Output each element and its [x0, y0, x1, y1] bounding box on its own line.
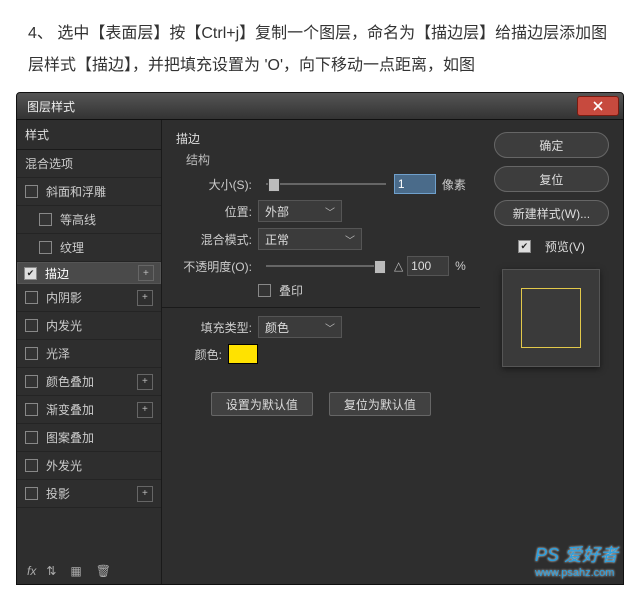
size-input[interactable]	[394, 174, 436, 194]
titlebar[interactable]: 图层样式	[17, 93, 623, 120]
style-checkbox[interactable]	[39, 213, 52, 226]
opacity-slider[interactable]	[266, 259, 386, 273]
style-row[interactable]: 等高线	[17, 206, 161, 234]
style-checkbox[interactable]	[25, 185, 38, 198]
delete-style-icon[interactable]: 🗑	[96, 564, 111, 578]
chevron-down-icon: ﹀	[325, 204, 335, 219]
structure-label: 结构	[186, 151, 466, 168]
style-row[interactable]: ✔ 描边+	[17, 262, 161, 284]
size-unit: 像素	[442, 176, 466, 193]
cancel-button[interactable]: 复位	[494, 166, 609, 192]
size-label: 大小(S):	[176, 176, 252, 193]
style-row[interactable]: 图案叠加	[17, 424, 161, 452]
style-label: 内阴影	[46, 289, 137, 306]
style-checkbox[interactable]	[25, 487, 38, 500]
style-label: 外发光	[46, 457, 153, 474]
overprint-checkbox[interactable]	[258, 284, 271, 297]
filltype-label: 填充类型:	[176, 319, 252, 336]
reset-default-button[interactable]: 复位为默认值	[329, 392, 431, 416]
preview-swatch	[521, 288, 581, 348]
style-checkbox[interactable]	[25, 459, 38, 472]
position-select[interactable]: 外部﹀	[258, 200, 342, 222]
preview-box	[502, 269, 600, 367]
color-swatch[interactable]	[228, 344, 258, 364]
opacity-label: 不透明度(O):	[176, 258, 252, 275]
add-instance-icon[interactable]: +	[137, 290, 153, 306]
fx-up-down-icon[interactable]: ⇅	[46, 564, 56, 578]
style-row[interactable]: 光泽	[17, 340, 161, 368]
add-instance-icon[interactable]: +	[137, 374, 153, 390]
style-row[interactable]: 外发光	[17, 452, 161, 480]
overprint-label: 叠印	[279, 282, 303, 299]
style-label: 描边	[45, 265, 138, 282]
style-row[interactable]: 投影+	[17, 480, 161, 508]
style-label: 内发光	[46, 317, 153, 334]
style-label: 纹理	[60, 239, 153, 256]
style-checkbox[interactable]	[25, 347, 38, 360]
style-row[interactable]: 内阴影+	[17, 284, 161, 312]
add-style-icon[interactable]: ▦	[70, 564, 81, 578]
style-checkbox[interactable]	[25, 291, 38, 304]
opacity-unit: %	[455, 259, 466, 273]
style-checkbox[interactable]	[39, 241, 52, 254]
filltype-select[interactable]: 颜色﹀	[258, 316, 342, 338]
set-default-button[interactable]: 设置为默认值	[211, 392, 313, 416]
chevron-down-icon: ﹀	[325, 320, 335, 335]
preview-label: 预览(V)	[545, 238, 585, 255]
style-label: 图案叠加	[46, 429, 153, 446]
opacity-input[interactable]	[407, 256, 449, 276]
style-checkbox[interactable]	[25, 403, 38, 416]
blending-options-row[interactable]: 混合选项	[17, 150, 161, 178]
blending-options-label: 混合选项	[25, 155, 153, 172]
close-button[interactable]	[577, 96, 619, 116]
close-icon	[593, 101, 603, 111]
layer-style-dialog: 图层样式 样式 混合选项 斜面和浮雕等高线纹理✔描边+内阴影+内发光光泽颜色叠加…	[16, 92, 624, 585]
dialog-title: 图层样式	[27, 98, 75, 115]
options-panel: 描边 结构 大小(S): 像素 位置: 外部﹀ 混合模式: 正常﹀	[162, 120, 480, 584]
color-label: 颜色:	[176, 346, 222, 363]
instruction-text: 4、 选中【表面层】按【Ctrl+j】复制一个图层，命名为【描边层】给描边层添加…	[0, 0, 640, 92]
blend-mode-label: 混合模式:	[176, 231, 252, 248]
style-label: 光泽	[46, 345, 153, 362]
position-label: 位置:	[176, 203, 252, 220]
preview-checkbox[interactable]: ✔	[518, 240, 531, 253]
style-row[interactable]: 颜色叠加+	[17, 368, 161, 396]
size-slider[interactable]	[266, 177, 386, 191]
add-instance-icon[interactable]: +	[137, 486, 153, 502]
watermark: PS 爱好者 www.psahz.com	[535, 541, 618, 579]
styles-panel: 样式 混合选项 斜面和浮雕等高线纹理✔描边+内阴影+内发光光泽颜色叠加+渐变叠加…	[17, 120, 162, 584]
style-label: 斜面和浮雕	[46, 183, 153, 200]
style-checkbox[interactable]	[25, 319, 38, 332]
styles-footer: fx ⇅ ▦ 🗑	[17, 558, 161, 584]
style-row[interactable]: 纹理	[17, 234, 161, 262]
style-row[interactable]: 斜面和浮雕	[17, 178, 161, 206]
style-row[interactable]: 渐变叠加+	[17, 396, 161, 424]
style-label: 等高线	[60, 211, 153, 228]
action-panel: 确定 复位 新建样式(W)... ✔ 预览(V)	[480, 120, 623, 584]
add-instance-icon[interactable]: +	[138, 265, 154, 281]
style-label: 颜色叠加	[46, 373, 137, 390]
fx-icon[interactable]: fx	[27, 564, 36, 578]
add-instance-icon[interactable]: +	[137, 402, 153, 418]
chevron-down-icon: ﹀	[345, 232, 355, 247]
new-style-button[interactable]: 新建样式(W)...	[494, 200, 609, 226]
style-checkbox[interactable]	[25, 375, 38, 388]
style-checkbox[interactable]: ✔	[24, 267, 37, 280]
group-title: 描边	[176, 130, 466, 147]
style-label: 渐变叠加	[46, 401, 137, 418]
step-text: 选中【表面层】按【Ctrl+j】复制一个图层，命名为【描边层】给描边层添加图层样…	[28, 25, 607, 74]
style-checkbox[interactable]	[25, 431, 38, 444]
blend-mode-select[interactable]: 正常﹀	[258, 228, 362, 250]
style-label: 投影	[46, 485, 137, 502]
step-number: 4、	[28, 25, 53, 42]
opacity-stepper-icon[interactable]: △	[394, 259, 403, 273]
ok-button[interactable]: 确定	[494, 132, 609, 158]
style-row[interactable]: 内发光	[17, 312, 161, 340]
styles-header: 样式	[17, 120, 161, 150]
